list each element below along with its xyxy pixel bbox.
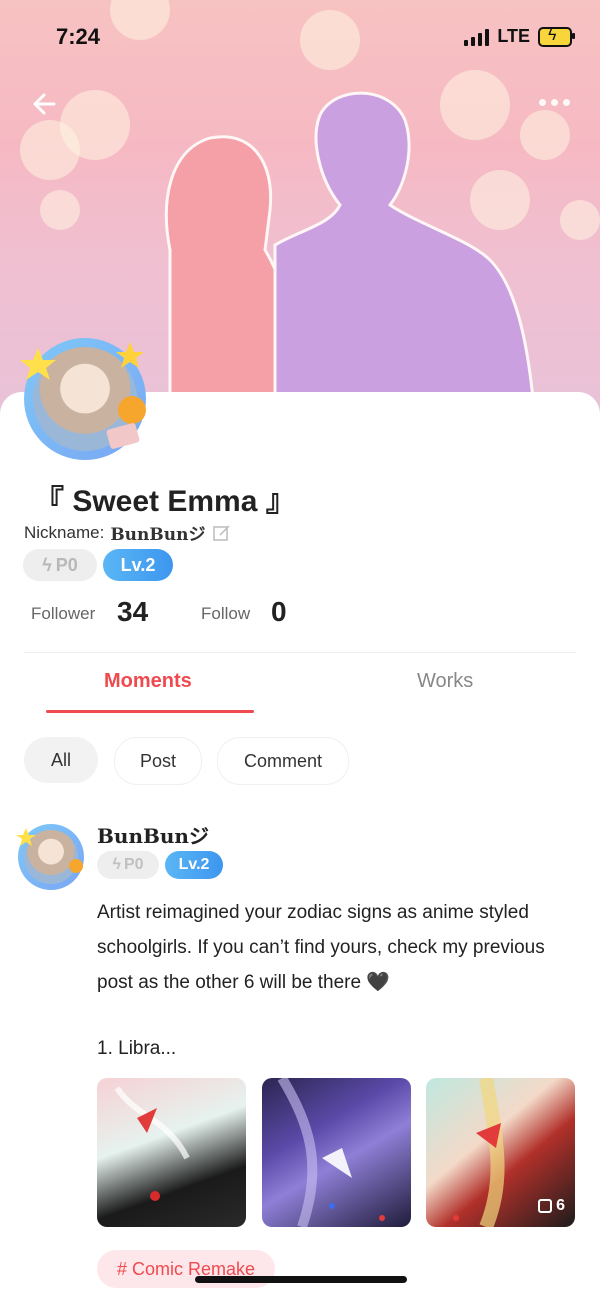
image-count: 6 [556,1197,565,1214]
tab-moments[interactable]: Moments [104,670,192,693]
filter-comment[interactable]: Comment [217,737,349,785]
battery-icon: ϟ [538,26,575,47]
post-author-avatar[interactable] [16,824,84,890]
level-badge: Lv.2 [103,549,173,581]
arrow-left-icon [33,93,56,115]
edit-icon[interactable] [212,523,232,543]
home-indicator [195,1276,407,1283]
points-badge-label: P0 [55,554,78,575]
post-points-label: P0 [123,856,144,873]
post-body[interactable]: Artist reimagined your zodiac signs as a… [97,895,577,1000]
more-dots-icon [538,98,546,106]
post-points-badge: ϟ P0 [97,851,159,879]
nickname-value: BunBunジ [110,525,206,545]
post-image-3[interactable]: 6 [426,1078,575,1227]
post-level-badge: Lv.2 [165,851,223,879]
lightning-icon: ϟ [112,856,121,873]
profile-avatar[interactable] [20,338,146,460]
status-time: 7:24 [56,24,101,49]
nickname-row: Nickname: BunBunジ [24,520,232,545]
signal-icon [464,28,490,46]
follower-label[interactable]: Follower [31,604,95,624]
divider [24,652,576,653]
avatar-decoration-icon [20,342,146,449]
post-preview-line[interactable]: 1. Libra... [97,1038,176,1060]
more-options-button[interactable] [534,90,574,114]
profile-title: 『 Sweet Emma 』 [34,485,296,518]
post-image-2[interactable] [262,1078,411,1227]
nickname-label: Nickname: [24,522,105,542]
tab-works[interactable]: Works [417,670,473,693]
filter-all[interactable]: All [24,737,98,783]
post-image-1[interactable] [97,1078,246,1227]
gallery-icon [538,1199,553,1213]
points-badge: ϟ P0 [23,549,97,581]
active-tab-indicator [46,710,254,713]
follower-count[interactable]: 34 [117,596,148,628]
lightning-icon: ϟ [42,554,52,575]
status-indicators: LTE ϟ [464,26,575,47]
image-count-badge: 6 [538,1197,565,1215]
follow-count[interactable]: 0 [271,596,287,628]
filter-post[interactable]: Post [114,737,202,785]
avatar-decoration-icon [16,828,83,873]
anime-illustration-image [277,1078,385,1227]
back-button[interactable] [26,84,66,124]
follow-label[interactable]: Follow [201,604,250,624]
network-label: LTE [497,26,530,46]
anime-illustration-image [114,1086,190,1201]
post-author-name[interactable]: BunBunジ [97,820,209,849]
